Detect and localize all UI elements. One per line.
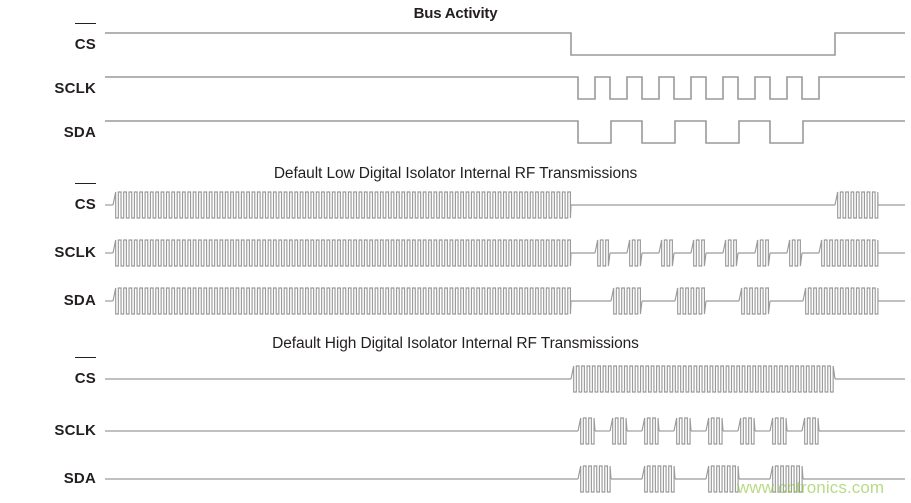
waveform-row-cs-bus: CS [0, 22, 911, 68]
waveform-sclk-low [105, 230, 905, 276]
waveform-svg [105, 287, 905, 315]
waveform-row-sclk-bus: SCLK [0, 66, 911, 112]
waveform-row-sda-low: SDA [0, 278, 911, 324]
row-label-sclk-low: SCLK [54, 244, 96, 261]
row-label-sda-bus: SDA [63, 124, 96, 141]
row-label-cs-high: CS [0, 356, 97, 402]
waveform-svg [105, 120, 905, 144]
panel-default-low-rf: Default Low Digital Isolator Internal RF… [0, 160, 911, 330]
waveform-svg [105, 239, 905, 267]
waveform-sclk-high [105, 408, 905, 454]
waveform-svg [105, 191, 905, 219]
waveform-svg [105, 32, 905, 56]
waveform-row-sclk-low: SCLK [0, 230, 911, 276]
waveform-row-cs-high: CS [0, 356, 911, 402]
row-label-sda-low: SDA [63, 292, 96, 309]
row-label-sda-high: SDA [63, 470, 96, 487]
panel-title-default-high: Default High Digital Isolator Internal R… [272, 335, 639, 352]
waveform-cs-bus [105, 22, 905, 68]
waveform-svg [105, 365, 905, 393]
waveform-row-cs-low: CS [0, 182, 911, 228]
cs-overbar-label: CS [74, 22, 97, 68]
row-label-cs-low: CS [0, 182, 97, 228]
panel-bus-activity: Bus Activity CS SCLK SDA [0, 0, 911, 160]
waveform-row-sda-high: SDA [0, 456, 911, 502]
panel-default-high-rf: Default High Digital Isolator Internal R… [0, 330, 911, 503]
waveform-svg [105, 417, 905, 445]
waveform-sclk-bus [105, 66, 905, 112]
cs-overbar-label: CS [74, 182, 97, 228]
waveform-sda-bus [105, 110, 905, 156]
panel-title-default-low: Default Low Digital Isolator Internal RF… [273, 165, 638, 182]
waveform-row-sda-bus: SDA [0, 110, 911, 156]
cs-overbar-label: CS [74, 356, 97, 402]
waveform-cs-high [105, 356, 905, 402]
waveform-svg [105, 465, 905, 493]
row-label-sclk-bus: SCLK [54, 80, 96, 97]
row-label-cs-bus: CS [0, 22, 97, 68]
waveform-row-sclk-high: SCLK [0, 408, 911, 454]
row-label-sclk-high: SCLK [54, 422, 96, 439]
waveform-cs-low [105, 182, 905, 228]
waveform-svg [105, 76, 905, 100]
panel-title-bus-activity: Bus Activity [413, 5, 498, 22]
waveform-sda-high [105, 456, 905, 502]
waveform-sda-low [105, 278, 905, 324]
